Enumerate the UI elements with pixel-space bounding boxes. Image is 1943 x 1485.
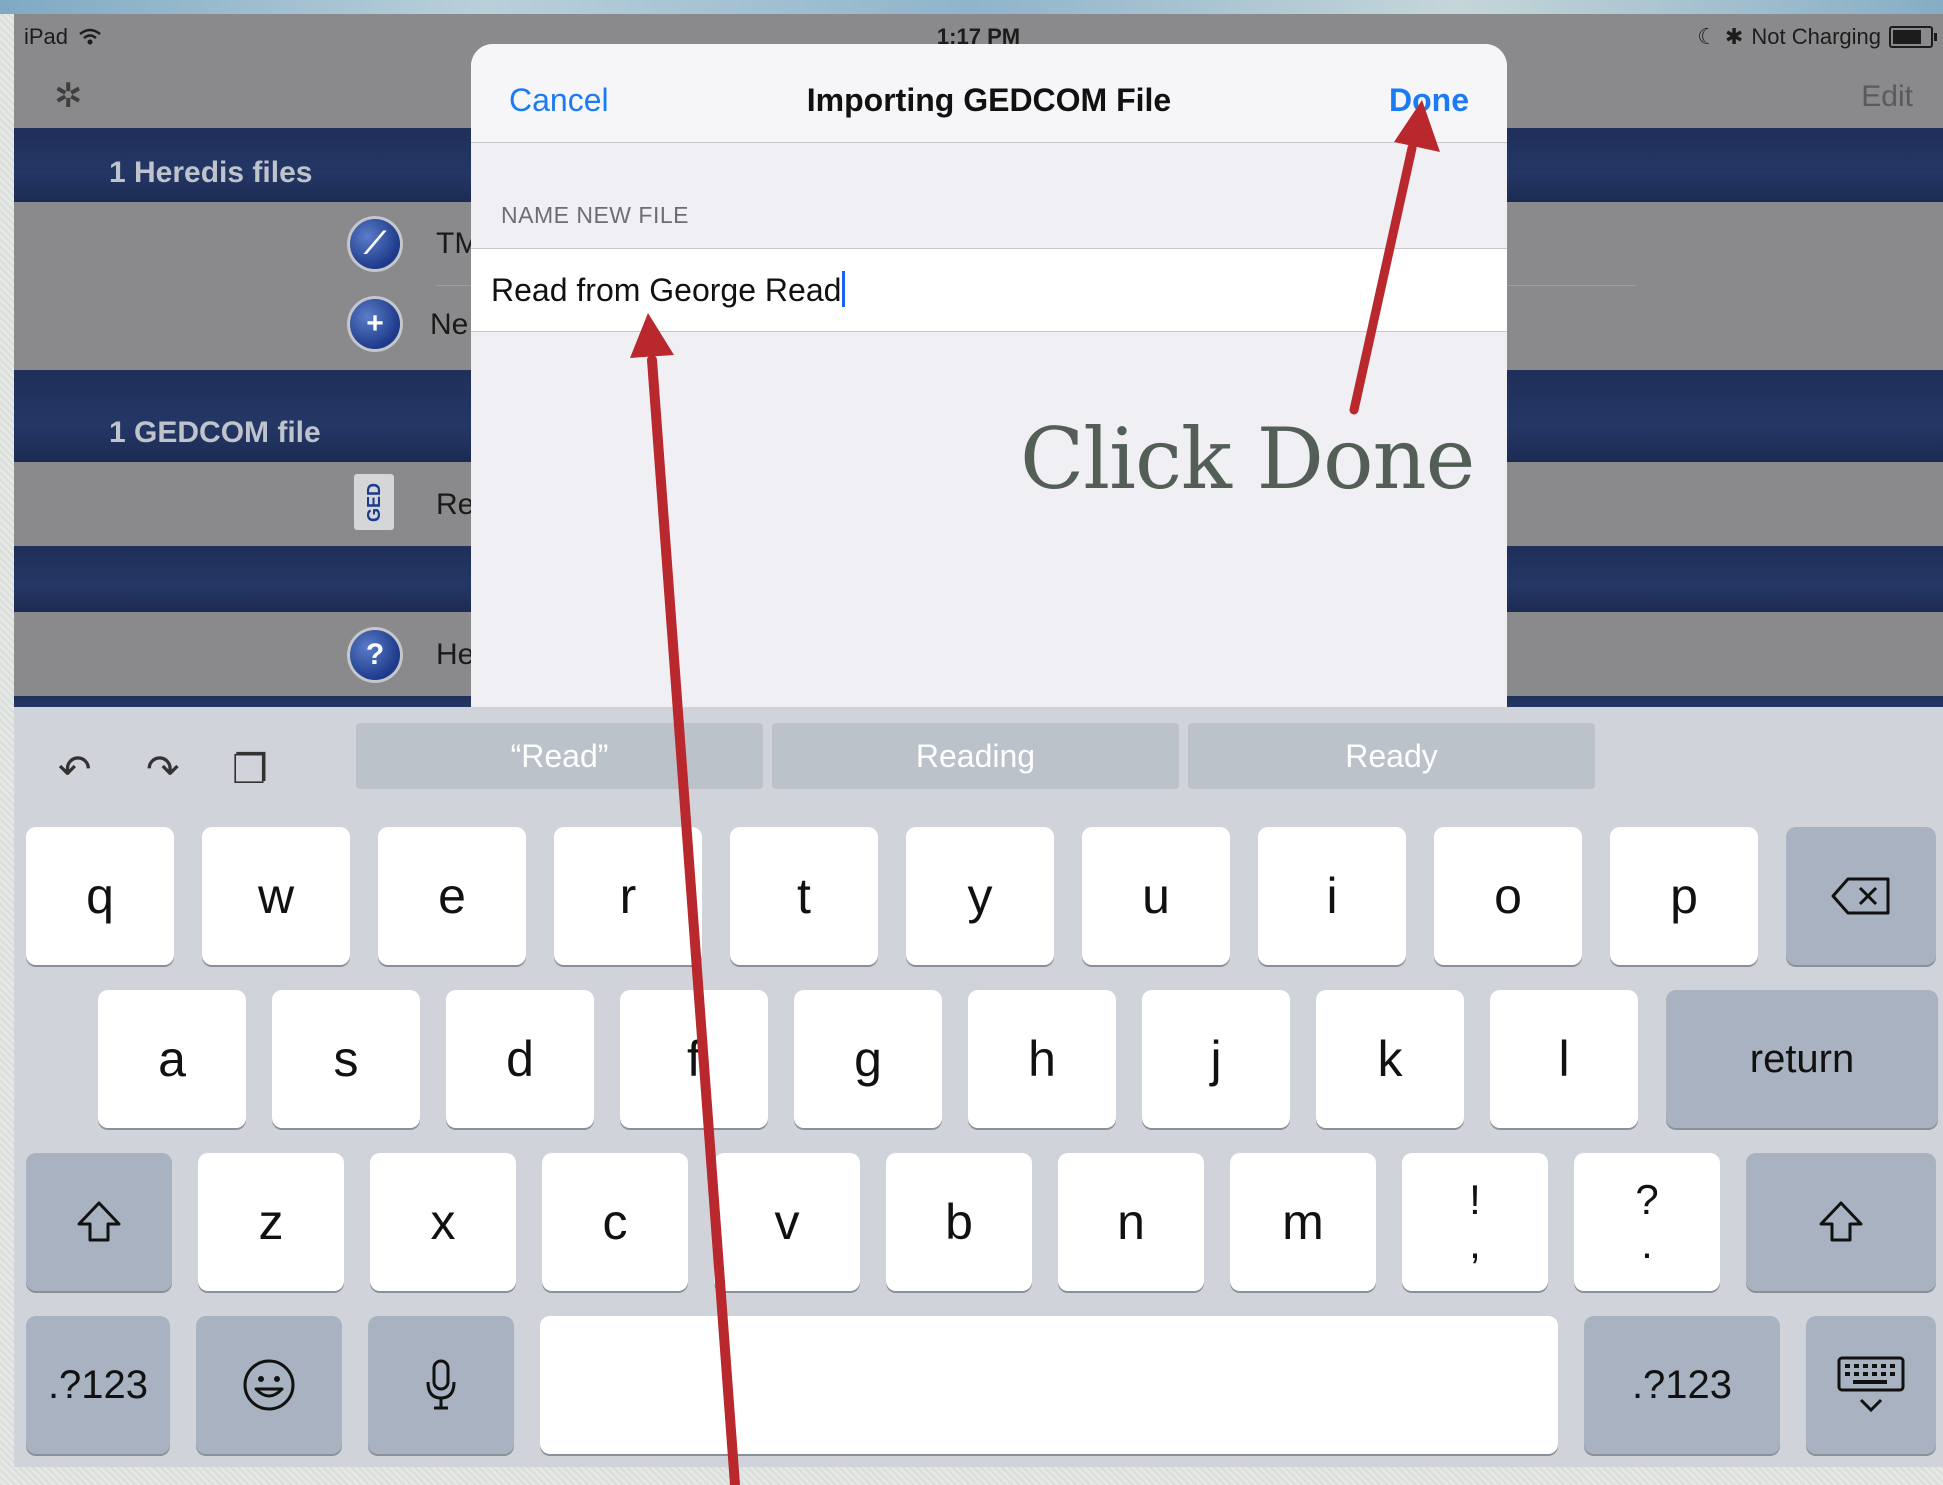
hide-keyboard-key[interactable] — [1806, 1316, 1936, 1454]
key-u[interactable]: u — [1082, 827, 1230, 965]
emoji-key[interactable] — [196, 1316, 342, 1454]
onscreen-keyboard: ↶ ↷ ❐ “Read” Reading Ready q w e r t y u… — [14, 707, 1943, 1467]
suggestion-3[interactable]: Ready — [1188, 723, 1595, 789]
key-g[interactable]: g — [794, 990, 942, 1128]
suggestion-1[interactable]: “Read” — [356, 723, 763, 789]
frame-top-strip — [0, 0, 1943, 14]
text-cursor — [842, 271, 846, 307]
shift-icon — [1819, 1201, 1863, 1242]
undo-icon[interactable]: ↶ — [58, 747, 92, 793]
charging-status: Not Charging — [1751, 24, 1881, 49]
key-s[interactable]: s — [272, 990, 420, 1128]
key-bottom-char: , — [1469, 1220, 1481, 1267]
list-item-label: Re — [436, 488, 475, 521]
key-v[interactable]: v — [714, 1153, 860, 1291]
numbers-key-left[interactable]: .?123 — [26, 1316, 170, 1454]
key-question-period[interactable]: ? . — [1574, 1153, 1720, 1291]
emoji-icon — [243, 1359, 295, 1411]
paste-icon[interactable]: ❐ — [232, 747, 268, 793]
backspace-icon — [1831, 877, 1890, 915]
key-exclaim-comma[interactable]: ! , — [1402, 1153, 1548, 1291]
modal-navbar: Cancel Importing GEDCOM File Done — [471, 44, 1507, 143]
question-icon: ? — [350, 630, 400, 680]
edit-button[interactable]: Edit — [1861, 80, 1913, 114]
key-r[interactable]: r — [554, 827, 702, 965]
file-name-text: Read from George Read — [491, 272, 842, 308]
key-top-char: ! — [1469, 1176, 1481, 1223]
file-name-input[interactable]: Read from George Read — [471, 248, 1507, 332]
key-e[interactable]: e — [378, 827, 526, 965]
key-stack: ! , — [1469, 1178, 1481, 1266]
key-w[interactable]: w — [202, 827, 350, 965]
key-q[interactable]: q — [26, 827, 174, 965]
key-x[interactable]: x — [370, 1153, 516, 1291]
key-top-char: ? — [1635, 1176, 1659, 1223]
key-n[interactable]: n — [1058, 1153, 1204, 1291]
list-item-label: He — [436, 638, 475, 671]
numbers-key-right[interactable]: .?123 — [1584, 1316, 1780, 1454]
key-m[interactable]: m — [1230, 1153, 1376, 1291]
key-f[interactable]: f — [620, 990, 768, 1128]
moon-icon: ☾ — [1697, 24, 1717, 49]
dictation-key[interactable] — [368, 1316, 514, 1454]
key-t[interactable]: t — [730, 827, 878, 965]
key-i[interactable]: i — [1258, 827, 1406, 965]
key-p[interactable]: p — [1610, 827, 1758, 965]
section-header-label: 1 GEDCOM file — [109, 416, 321, 449]
battery-icon — [1889, 26, 1937, 48]
annotation-text: Click Done — [1020, 410, 1475, 508]
import-modal: Cancel Importing GEDCOM File Done NAME N… — [471, 44, 1507, 744]
plus-icon: + — [350, 299, 400, 349]
key-z[interactable]: z — [198, 1153, 344, 1291]
key-k[interactable]: k — [1316, 990, 1464, 1128]
field-label: NAME NEW FILE — [501, 202, 689, 228]
shift-key-right[interactable] — [1746, 1153, 1936, 1291]
key-y[interactable]: y — [906, 827, 1054, 965]
key-stack: ? . — [1635, 1178, 1658, 1266]
redo-icon[interactable]: ↷ — [146, 747, 180, 793]
modal-title: Importing GEDCOM File — [806, 82, 1172, 118]
suggestion-2[interactable]: Reading — [772, 723, 1179, 789]
status-right: ☾ ✱ Not Charging — [1697, 24, 1937, 50]
key-a[interactable]: a — [98, 990, 246, 1128]
bluetooth-icon: ✱ — [1724, 24, 1744, 49]
shift-key-left[interactable] — [26, 1153, 172, 1291]
key-c[interactable]: c — [542, 1153, 688, 1291]
space-key[interactable] — [540, 1316, 1558, 1454]
key-h[interactable]: h — [968, 990, 1116, 1128]
file-name-value: Read from George Read — [491, 271, 846, 309]
leaf-icon: ⟋ — [350, 219, 400, 269]
shift-icon — [77, 1201, 121, 1242]
key-l[interactable]: l — [1490, 990, 1638, 1128]
ipad-screen: iPad 1:17 PM ☾ ✱ Not Charging ✲ Edit 1 H… — [14, 14, 1943, 1467]
key-bottom-char: . — [1641, 1220, 1653, 1267]
section-header-label: 1 Heredis files — [109, 156, 313, 189]
delete-key[interactable] — [1786, 827, 1936, 965]
key-j[interactable]: j — [1142, 990, 1290, 1128]
keyboard-dismiss-icon — [1837, 1356, 1905, 1413]
key-b[interactable]: b — [886, 1153, 1032, 1291]
ged-file-icon: GED — [354, 474, 394, 530]
done-button[interactable]: Done — [1389, 82, 1469, 119]
key-d[interactable]: d — [446, 990, 594, 1128]
key-o[interactable]: o — [1434, 827, 1582, 965]
list-item-label: Ne — [430, 308, 469, 341]
return-key[interactable]: return — [1666, 990, 1938, 1128]
microphone-icon — [426, 1359, 456, 1410]
gear-icon[interactable]: ✲ — [54, 76, 83, 116]
